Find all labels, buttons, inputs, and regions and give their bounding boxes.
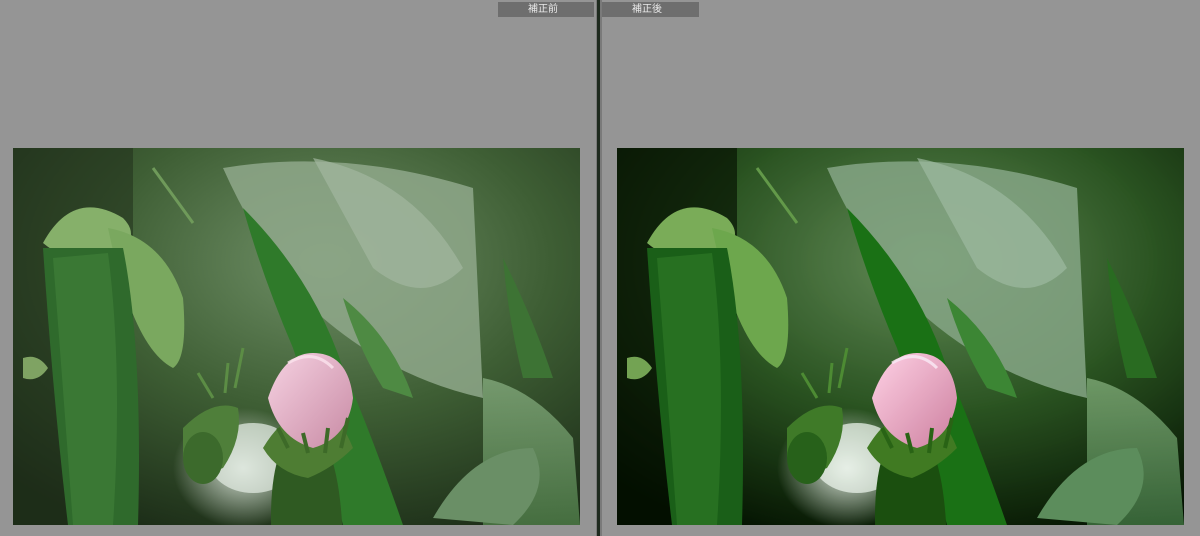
before-pane: 補正前: [0, 0, 596, 536]
photo-image: [617, 148, 1184, 525]
photo-image: [13, 148, 580, 525]
before-photo[interactable]: [13, 148, 580, 525]
after-label: 補正後: [602, 2, 699, 17]
before-label: 補正前: [498, 2, 594, 17]
after-pane: 補正後: [602, 0, 1200, 536]
after-photo[interactable]: [617, 148, 1184, 525]
